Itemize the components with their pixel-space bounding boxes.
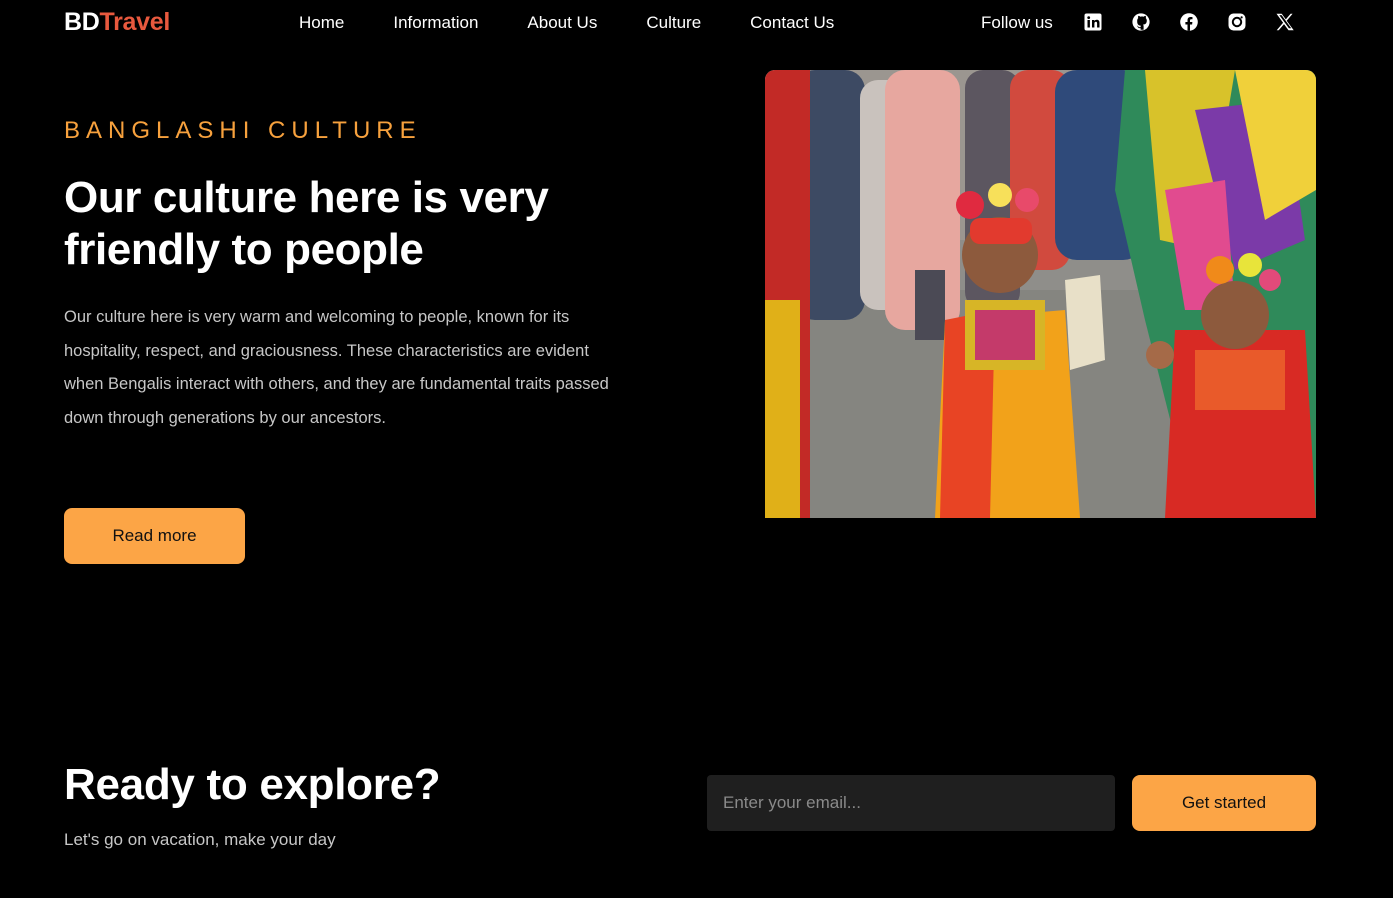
nav-home[interactable]: Home [299, 12, 344, 34]
nav-about-us[interactable]: About Us [527, 12, 597, 34]
site-header: BDTravel Home Information About Us Cultu… [0, 0, 1393, 46]
hero-eyebrow: BANGLASHI CULTURE [64, 117, 422, 144]
cta-title: Ready to explore? [64, 760, 441, 809]
logo-bd: BD [64, 8, 100, 36]
cta-subtitle: Let's go on vacation, make your day [64, 830, 336, 849]
hero-title: Our culture here is very friendly to peo… [64, 173, 549, 274]
get-started-button[interactable]: Get started [1132, 775, 1316, 831]
page: BDTravel Home Information About Us Cultu… [0, 0, 1393, 898]
instagram-icon[interactable] [1227, 12, 1247, 32]
x-icon[interactable] [1275, 12, 1295, 32]
github-icon[interactable] [1131, 12, 1151, 32]
logo[interactable]: BDTravel [64, 8, 170, 37]
hero-description: Our culture here is very warm and welcom… [64, 308, 609, 427]
culture-photo [765, 70, 1316, 518]
facebook-icon[interactable] [1179, 12, 1199, 32]
follow-us-label: Follow us [981, 13, 1053, 32]
email-input[interactable] [707, 775, 1115, 831]
nav-information[interactable]: Information [393, 12, 478, 34]
read-more-button[interactable]: Read more [64, 508, 245, 564]
linkedin-icon[interactable] [1083, 12, 1103, 32]
social-links [1083, 12, 1323, 32]
nav-contact-us[interactable]: Contact Us [750, 12, 834, 34]
logo-travel: Travel [99, 8, 171, 36]
nav-culture[interactable]: Culture [646, 12, 701, 34]
main-nav: Home Information About Us Culture Contac… [299, 12, 883, 34]
